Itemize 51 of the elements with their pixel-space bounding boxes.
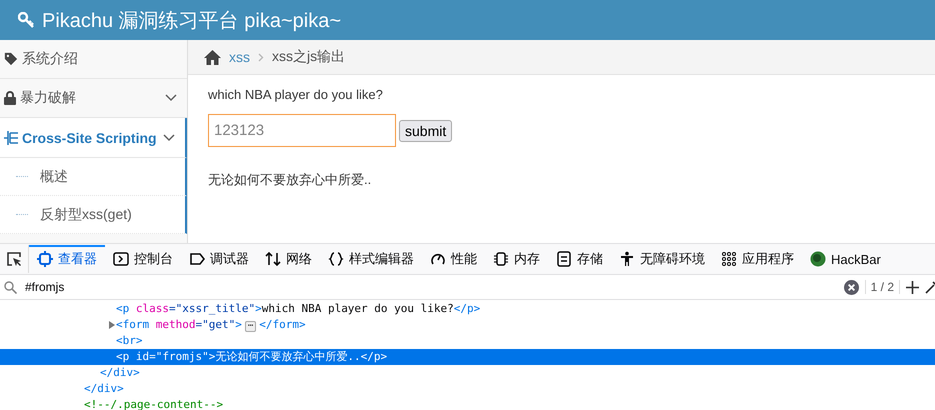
devtools-tab[interactable]: 样式编辑器 [320, 244, 422, 274]
eyedropper-icon[interactable] [925, 280, 935, 294]
code-line[interactable]: </div> [100, 365, 140, 381]
grid-icon [721, 251, 737, 267]
message-text: 无论如何不要放弃心中所爱.. [208, 171, 372, 189]
clear-icon[interactable] [844, 280, 859, 294]
code-line[interactable]: <br> [116, 333, 142, 349]
search-icon [4, 280, 17, 294]
devtools-tab[interactable]: 性能 [422, 244, 485, 274]
input-field[interactable]: 123123 [208, 114, 396, 147]
list-icon [4, 130, 18, 144]
code-line[interactable]: <p class="xssr_title">which NBA player do you like?</p> [116, 301, 480, 317]
devtools-tab[interactable]: 内存 [485, 244, 548, 274]
key-icon [18, 12, 34, 28]
sphere-icon [810, 251, 826, 267]
tag-icon [4, 52, 18, 66]
person-icon [619, 251, 635, 267]
devtools-tab[interactable]: 网络 [257, 244, 320, 274]
devtools-tab[interactable]: HackBar [802, 244, 889, 274]
devtools-tab[interactable]: 查看器 [29, 244, 105, 274]
storage-icon [556, 251, 572, 267]
sidebar-item[interactable]: 系统介绍 [0, 40, 187, 79]
submenu-item[interactable]: 反射型xss(get) [0, 196, 187, 234]
code-line[interactable]: </div> [84, 381, 124, 397]
braces-icon [328, 251, 344, 267]
sidebar-item[interactable]: Cross-Site Scripting [0, 118, 187, 158]
lock-icon [4, 91, 16, 105]
gauge-icon [430, 251, 446, 267]
devtools-tab[interactable]: 应用程序 [713, 244, 802, 274]
devtools-tab[interactable]: 存储 [548, 244, 611, 274]
devtools-tab[interactable]: 控制台 [105, 244, 181, 274]
question-text: which NBA player do you like? [208, 87, 384, 102]
tag-icon [189, 251, 205, 267]
submit-button[interactable]: submit [399, 120, 452, 142]
app-title: Pikachu 漏洞练习平台 pika~pika~ [18, 6, 342, 34]
element-picker-icon[interactable] [6, 251, 22, 267]
devtools-tab[interactable]: 无障碍环境 [611, 244, 713, 274]
console-icon [113, 251, 129, 267]
add-icon[interactable] [906, 280, 919, 294]
breadcrumb-current: xss之js输出 [272, 48, 346, 66]
inspector-icon [37, 251, 53, 267]
home-icon [204, 50, 221, 64]
match-count: 1 / 2 [864, 280, 900, 294]
expand-icon[interactable] [108, 320, 116, 330]
chevron-icon [258, 52, 264, 62]
chip-icon [493, 251, 509, 267]
arrows-icon [265, 251, 281, 267]
devtools-tab[interactable]: 调试器 [181, 244, 257, 274]
code-line[interactable]: <!--/.page-content--> [84, 397, 224, 410]
code-line[interactable]: <form method="get"> ⋯ </form> [116, 317, 306, 333]
submenu-item[interactable]: 概述 [0, 158, 187, 196]
